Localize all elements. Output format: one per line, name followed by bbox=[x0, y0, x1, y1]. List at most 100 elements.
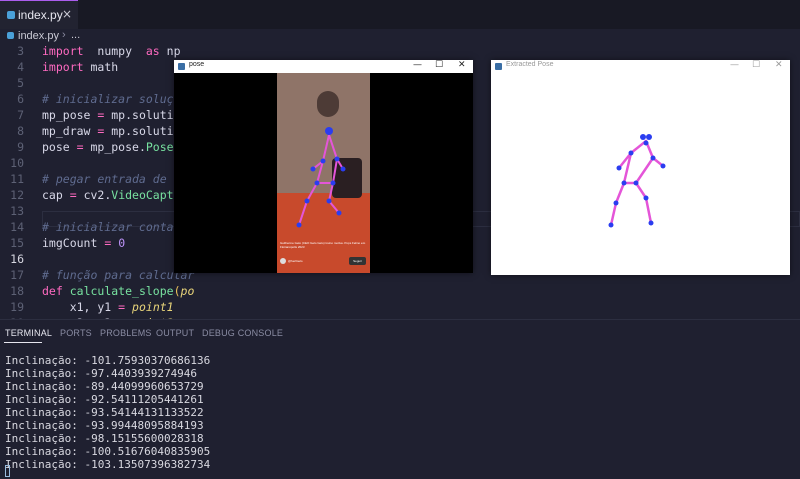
pose-skeleton bbox=[608, 134, 666, 228]
line-number: 12 bbox=[10, 188, 24, 202]
line-number: 19 bbox=[10, 300, 24, 314]
code-token: 0 bbox=[118, 236, 126, 250]
code-token: ( bbox=[173, 284, 181, 298]
line-number: 14 bbox=[10, 220, 24, 234]
terminal-line: Inclinação: -100.51676040835905 bbox=[5, 445, 211, 458]
code-text: # pegar entrada de víd bbox=[42, 171, 194, 187]
close-icon[interactable]: ✕ bbox=[458, 60, 466, 70]
minimize-icon[interactable]: — bbox=[730, 60, 739, 70]
code-token: import bbox=[42, 60, 84, 74]
code-token: # inicializar soluçõ bbox=[42, 92, 181, 106]
code-token: mp_draw bbox=[42, 124, 98, 138]
code-token: x1, y1 bbox=[42, 300, 119, 314]
tab-problems[interactable]: PROBLEMS bbox=[100, 328, 152, 338]
breadcrumb-more[interactable]: ... bbox=[71, 29, 80, 41]
window-titlebar[interactable]: pose — ☐ ✕ bbox=[174, 60, 473, 73]
terminal-line: Inclinação: -103.13507396382734 bbox=[5, 458, 211, 471]
code-text: cap = cv2.VideoCapture bbox=[42, 187, 194, 203]
line-number: 18 bbox=[10, 284, 24, 298]
code-token: po bbox=[180, 284, 195, 298]
breadcrumb-file[interactable]: index.py bbox=[18, 30, 59, 42]
code-token: math bbox=[83, 60, 119, 74]
code-text: pose = mp_pose.Pose() bbox=[42, 139, 187, 155]
code-token: calculate_slope bbox=[69, 284, 174, 298]
code-text: mp_draw = mp.solutions bbox=[42, 123, 194, 139]
code-line[interactable]: 18 def calculate_slope(po bbox=[0, 283, 800, 299]
pose-video-area: Guilherme Gelo (CEO Gelo Gelo) treino mo… bbox=[174, 73, 473, 273]
code-token: # pegar entrada de víd bbox=[42, 172, 195, 186]
extracted-pose-canvas bbox=[491, 73, 790, 275]
minimize-icon[interactable]: — bbox=[413, 60, 422, 70]
line-number: 7 bbox=[17, 108, 24, 122]
avatar bbox=[280, 258, 286, 264]
code-token: pose bbox=[42, 140, 77, 154]
code-text: import math bbox=[42, 59, 118, 75]
window-title: pose bbox=[189, 61, 205, 68]
pose-window[interactable]: pose — ☐ ✕ Guilherme Gelo (CEO Gelo Gelo… bbox=[174, 60, 473, 273]
code-text: x1, y1 = point1 bbox=[42, 299, 174, 315]
line-number: 17 bbox=[10, 268, 24, 282]
window-title: Extracted Pose bbox=[506, 61, 554, 68]
line-number: 6 bbox=[17, 92, 24, 106]
line-number: 13 bbox=[10, 204, 24, 218]
tab-debug-console[interactable]: DEBUG CONSOLE bbox=[202, 328, 283, 338]
breadcrumb: index.py › ... bbox=[0, 29, 800, 43]
terminal-line: Inclinação: -89.44099960653729 bbox=[5, 380, 204, 393]
terminal-line: Inclinação: -93.54144131133522 bbox=[5, 406, 204, 419]
terminal-cursor bbox=[5, 465, 10, 477]
code-token: Pose bbox=[145, 140, 174, 154]
follow-button[interactable]: Seguir bbox=[349, 257, 366, 265]
code-token: imgCount bbox=[42, 236, 105, 250]
code-token: np bbox=[159, 44, 181, 58]
active-tab-indicator bbox=[4, 342, 42, 343]
code-token: import bbox=[42, 44, 84, 58]
window-app-icon bbox=[178, 63, 185, 70]
bottom-panel: TERMINAL PORTS PROBLEMS OUTPUT DEBUG CON… bbox=[0, 319, 800, 479]
code-token: cv2. bbox=[76, 188, 112, 202]
code-text: # inicializar soluçõ bbox=[42, 91, 180, 107]
tab-terminal[interactable]: TERMINAL bbox=[5, 328, 52, 338]
close-icon[interactable]: ✕ bbox=[775, 60, 783, 70]
extracted-pose-window[interactable]: Extracted Pose — ☐ ✕ bbox=[491, 60, 790, 275]
code-token: # função para calcular bbox=[42, 268, 195, 282]
code-token: = bbox=[69, 188, 77, 202]
tab-ports[interactable]: PORTS bbox=[60, 328, 92, 338]
window-app-icon bbox=[495, 63, 502, 70]
close-icon[interactable]: × bbox=[62, 7, 72, 21]
python-file-icon bbox=[7, 11, 15, 19]
video-caption: Guilherme Gelo (CEO Gelo Gelo) treino mo… bbox=[280, 241, 366, 249]
terminal-line: Inclinação: -98.15155600028318 bbox=[5, 432, 204, 445]
line-number: 4 bbox=[17, 60, 24, 74]
line-number: 15 bbox=[10, 236, 24, 250]
maximize-icon[interactable]: ☐ bbox=[752, 60, 760, 70]
terminal-line: Inclinação: -97.4403939274946 bbox=[5, 367, 198, 380]
line-number: 11 bbox=[10, 172, 24, 186]
terminal-line: Inclinação: -92.54111205441261 bbox=[5, 393, 204, 406]
code-text: mp_pose = mp.solutions bbox=[42, 107, 194, 123]
window-titlebar[interactable]: Extracted Pose — ☐ ✕ bbox=[491, 60, 790, 73]
video-frame: Guilherme Gelo (CEO Gelo Gelo) treino mo… bbox=[277, 73, 370, 273]
line-number: 8 bbox=[17, 124, 24, 138]
code-token: # inicializar contador bbox=[42, 220, 195, 234]
video-username: @hertGelo bbox=[288, 259, 303, 263]
code-text: def calculate_slope(po bbox=[42, 283, 194, 299]
terminal-line: Inclinação: -101.75930370686136 bbox=[5, 354, 211, 367]
line-number: 16 bbox=[10, 252, 24, 266]
line-number: 9 bbox=[17, 140, 24, 154]
code-text: import numpy as np bbox=[42, 43, 181, 59]
code-token: mp_pose bbox=[42, 108, 98, 122]
python-file-icon bbox=[7, 32, 14, 39]
maximize-icon[interactable]: ☐ bbox=[435, 60, 443, 70]
breadcrumb-separator: › bbox=[62, 29, 66, 41]
code-token: mp_pose. bbox=[83, 140, 146, 154]
code-line[interactable]: 3 import numpy as np bbox=[0, 43, 800, 59]
line-number: 3 bbox=[17, 44, 24, 58]
code-line[interactable]: 19 x1, y1 = point1 bbox=[0, 299, 800, 315]
code-token: point1 bbox=[132, 300, 174, 314]
code-token: def bbox=[42, 284, 63, 298]
terminal-line: Inclinação: -93.99448095884193 bbox=[5, 419, 204, 432]
tab-output[interactable]: OUTPUT bbox=[156, 328, 194, 338]
tab-index-py[interactable]: index.py × bbox=[0, 0, 78, 29]
